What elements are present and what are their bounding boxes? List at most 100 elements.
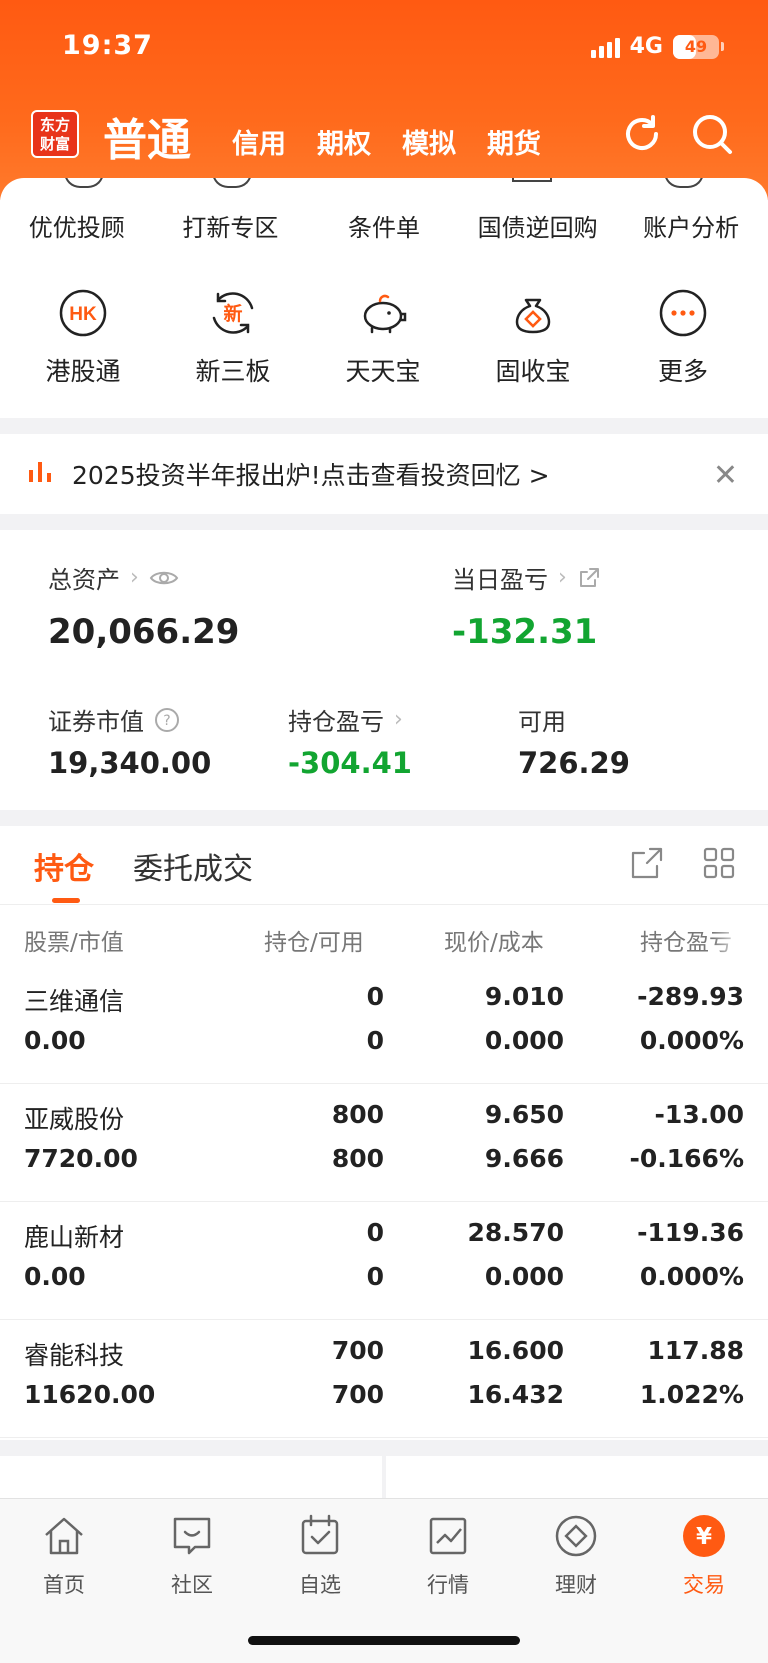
stock-available: 800	[331, 1144, 384, 1173]
col-price[interactable]: 现价/成本	[444, 923, 544, 957]
tab-holdings[interactable]: 持仓	[34, 844, 94, 888]
grid-icon[interactable]	[702, 846, 736, 880]
network-type: 4G	[629, 34, 663, 59]
tab-simulation[interactable]: 模拟	[402, 122, 456, 161]
chevron-right-icon: ›	[394, 707, 403, 732]
table-row[interactable]: 三维通信 0.00 0 0 9.010 0.000 -289.93 0.000%	[0, 966, 768, 1084]
status-bar-right: 4G 49	[590, 34, 724, 59]
search-icon[interactable]	[690, 112, 734, 156]
table-row[interactable]: 鹿山新材 0.00 0 0 28.570 0.000 -119.36 0.000%	[0, 1202, 768, 1320]
menu-item-reverse-repo[interactable]: 国债逆回购	[461, 208, 615, 243]
stock-pl: 117.88	[647, 1336, 744, 1365]
menu-label: 港股通	[45, 357, 121, 386]
stock-available: 700	[331, 1380, 384, 1409]
nav-market[interactable]: 行情	[398, 1513, 498, 1599]
stock-cost: 0.000	[484, 1262, 564, 1291]
stock-name: 睿能科技	[24, 1341, 125, 1370]
yuan-icon: ¥	[683, 1515, 725, 1557]
new-board-icon: 新	[212, 292, 254, 334]
tab-credit[interactable]: 信用	[232, 122, 286, 161]
hk-icon: HK	[59, 289, 107, 337]
nav-label: 交易	[683, 1573, 725, 1597]
daily-pl-value: -132.31	[452, 612, 598, 652]
position-pl-text: 持仓盈亏	[288, 708, 384, 736]
watchlist-icon	[301, 1514, 339, 1555]
nav-wealth[interactable]: 理财	[526, 1513, 626, 1599]
nav-home[interactable]: 首页	[14, 1513, 114, 1599]
piggy-bank-icon	[363, 294, 407, 334]
market-value-text: 证券市值	[48, 708, 144, 736]
money-bag-icon	[515, 298, 551, 334]
menu-item-ipo[interactable]: 打新专区	[154, 208, 308, 243]
stock-pl-percent: 1.022%	[639, 1380, 744, 1409]
stock-holding: 700	[331, 1336, 384, 1365]
stock-cost: 16.432	[467, 1380, 564, 1409]
menu-label: 天天宝	[345, 357, 421, 386]
stock-holding: 0	[366, 982, 384, 1011]
menu-item-gushoubao[interactable]: 固收宝	[458, 288, 608, 388]
asset-summary: 总资产 › 20,066.29 当日盈亏 › -132.31 证券市值 ? 19…	[0, 530, 768, 810]
signal-icon	[590, 36, 620, 58]
more-icon	[659, 289, 707, 337]
position-pl-label[interactable]: 持仓盈亏 ›	[288, 702, 403, 737]
nav-label: 行情	[427, 1573, 469, 1597]
total-assets-label[interactable]: 总资产 ›	[48, 560, 179, 595]
col-pl[interactable]: 持仓盈亏	[640, 923, 744, 957]
tab-options[interactable]: 期权	[317, 122, 371, 161]
stock-price: 16.600	[467, 1336, 564, 1365]
partial-icon	[664, 178, 704, 188]
col-stock[interactable]: 股票/市值	[24, 923, 124, 957]
menu-item-advisor[interactable]: 优优投顾	[0, 208, 154, 243]
stock-pl: -13.00	[654, 1100, 744, 1129]
new-icon-text: 新	[223, 302, 242, 325]
battery-percent: 49	[684, 36, 708, 56]
daily-pl-label[interactable]: 当日盈亏 ›	[452, 560, 601, 595]
svg-text:?: ?	[163, 713, 170, 729]
banner-text: 2025投资半年报出炉!点击查看投资回忆 >	[72, 461, 550, 490]
menu-item-conditional-order[interactable]: 条件单	[307, 208, 461, 243]
menu-item-neeq[interactable]: 新 新三板	[158, 288, 308, 388]
menu-item-account-analysis[interactable]: 账户分析	[614, 208, 768, 243]
total-assets-value: 20,066.29	[48, 612, 240, 652]
stock-available: 0	[366, 1262, 384, 1291]
menu-item-tiantianbao[interactable]: 天天宝	[308, 288, 458, 388]
stock-name: 鹿山新材	[24, 1223, 125, 1252]
col-holding[interactable]: 持仓/可用	[264, 923, 364, 957]
app-logo: 东方 财富	[31, 110, 79, 158]
daily-pl-text: 当日盈亏	[452, 566, 548, 594]
menu-item-more[interactable]: 更多	[608, 288, 758, 388]
chevron-right-icon: ›	[558, 565, 567, 590]
close-icon[interactable]: ✕	[713, 458, 738, 493]
stock-market-value: 0.00	[24, 1026, 86, 1055]
tab-indicator	[52, 898, 80, 903]
stock-market-value: 11620.00	[24, 1380, 156, 1409]
nav-label: 自选	[299, 1573, 341, 1597]
table-row[interactable]: 亚威股份 7720.00 800 800 9.650 9.666 -13.00 -0.166%	[0, 1084, 768, 1202]
share-icon[interactable]	[577, 566, 601, 590]
home-indicator[interactable]	[248, 1636, 520, 1645]
export-icon[interactable]	[630, 846, 664, 880]
help-icon[interactable]: ?	[154, 707, 180, 733]
nav-label: 首页	[43, 1573, 85, 1597]
stock-cost: 9.666	[484, 1144, 564, 1173]
tab-normal[interactable]: 普通	[103, 104, 191, 168]
positions-panel: 持仓 委托成交 股票/市值 持仓/可用 现价/成本 持仓盈亏 三维通信 0.00 0…	[0, 826, 768, 1440]
stock-available: 0	[366, 1026, 384, 1055]
stock-name: 亚威股份	[24, 1105, 125, 1134]
quick-menu-row-1: 优优投顾 打新专区 条件单 国债逆回购 账户分析	[0, 208, 768, 243]
promo-banner[interactable]: 2025投资半年报出炉!点击查看投资回忆 > ✕	[0, 434, 768, 514]
tab-orders[interactable]: 委托成交	[133, 844, 253, 888]
nav-trade[interactable]: ¥ 交易	[654, 1513, 754, 1599]
position-pl-value: -304.41	[288, 746, 412, 780]
table-row[interactable]: 睿能科技 11620.00 700 700 16.600 16.432 117.88 1.02…	[0, 1320, 768, 1438]
menu-item-hk-connect[interactable]: HK 港股通	[8, 288, 158, 388]
battery-icon: 49	[673, 34, 719, 59]
stock-market-value: 7720.00	[24, 1144, 138, 1173]
quick-menu: 优优投顾 打新专区 条件单 国债逆回购 账户分析 HK 港股通 新 新三板 天天…	[0, 178, 768, 418]
eye-icon[interactable]	[149, 568, 179, 588]
table-header: 股票/市值 持仓/可用 现价/成本 持仓盈亏	[0, 904, 768, 966]
refresh-icon[interactable]	[620, 112, 664, 156]
nav-community[interactable]: 社区	[142, 1513, 242, 1599]
tab-futures[interactable]: 期货	[487, 122, 541, 161]
nav-watchlist[interactable]: 自选	[270, 1513, 370, 1599]
